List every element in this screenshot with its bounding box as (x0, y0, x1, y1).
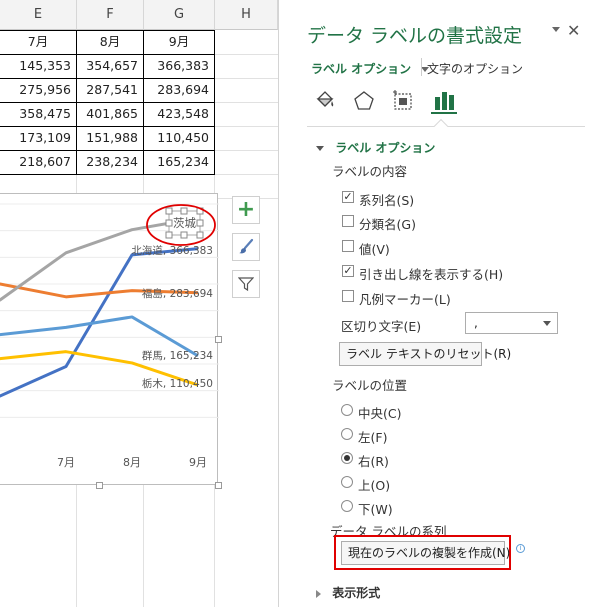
header-cell-august[interactable]: 8月 (77, 30, 143, 54)
data-label: 栃木, 110,450 (142, 377, 213, 390)
tab-label-options[interactable]: ラベル オプション (311, 60, 430, 77)
label-handle (180, 207, 188, 215)
table-cell[interactable]: 165,234 (144, 150, 214, 174)
value-checkbox[interactable] (342, 240, 354, 252)
info-icon[interactable]: i (516, 544, 525, 553)
below-radio[interactable] (341, 500, 353, 512)
table-cell[interactable]: 145,353 (0, 54, 76, 78)
spreadsheet-area: E F G H 7月 8月 9月 145,353 354,657 366,383… (0, 0, 278, 607)
section-number-format[interactable]: 表示形式 (316, 584, 380, 601)
legend-key-checkbox[interactable] (342, 290, 354, 302)
separator-label: 区切り文字(E) (341, 319, 422, 334)
column-header-g[interactable]: G (144, 0, 215, 30)
label-handle (196, 219, 204, 227)
resize-handle[interactable] (215, 482, 222, 489)
pane-title: データ ラベルの書式設定 (307, 25, 523, 47)
header-cell-september[interactable]: 9月 (144, 30, 214, 54)
x-tick-label: 8月 (123, 456, 141, 469)
clone-label-button[interactable]: 現在のラベルの複製を作成(N) (341, 541, 510, 565)
bar-chart-icon[interactable] (431, 88, 457, 114)
left-label: 左(F) (358, 430, 388, 445)
center-radio[interactable] (341, 404, 353, 416)
below-label: 下(W) (358, 502, 393, 517)
tab-label: ラベル オプション (311, 62, 412, 76)
tab-text-options[interactable]: 文字のオプション (427, 60, 523, 77)
table-cell[interactable]: 366,383 (144, 54, 214, 78)
label-handle (165, 231, 173, 239)
table-cell[interactable]: 275,956 (0, 78, 76, 102)
series-name-checkbox[interactable]: ✓ (342, 191, 354, 203)
expand-triangle-icon (316, 589, 321, 598)
table-cell[interactable]: 283,694 (144, 78, 214, 102)
brush-icon (239, 238, 254, 254)
plus-icon: + (236, 197, 256, 222)
legend-key-label: 凡例マーカー(L) (359, 292, 451, 307)
leader-lines-checkbox[interactable]: ✓ (342, 265, 354, 277)
section-label-options[interactable]: ラベル オプション (316, 139, 435, 156)
right-label: 右(R) (358, 454, 389, 469)
category-name-label: 分類名(G) (359, 217, 416, 232)
filter-icon (238, 277, 254, 292)
value-label: 値(V) (359, 242, 390, 257)
left-radio[interactable] (341, 428, 353, 440)
fill-bucket-icon[interactable] (312, 88, 338, 114)
label-handle (165, 219, 173, 227)
label-handle (165, 207, 173, 215)
table-cell[interactable]: 110,450 (144, 126, 214, 150)
chevron-down-icon (543, 321, 551, 326)
table-cell[interactable]: 151,988 (77, 126, 143, 150)
table-cell[interactable]: 287,541 (77, 78, 143, 102)
table-cell[interactable]: 354,657 (77, 54, 143, 78)
chart-plot: 7月 8月 9月 北海道, 366,383 福島, 283,694 茨城栃木, 110,4… (0, 203, 219, 469)
column-header-f[interactable]: F (77, 0, 144, 30)
series-name-label: 系列名(S) (359, 193, 415, 208)
table-cell[interactable]: 423,548 (144, 102, 214, 126)
separator-value: , (474, 316, 478, 330)
resize-handle[interactable] (215, 336, 222, 343)
table-cell[interactable]: 358,475 (0, 102, 76, 126)
section-title: ラベル オプション (335, 141, 436, 155)
pane-divider[interactable] (278, 0, 294, 607)
resize-handle[interactable] (96, 482, 103, 489)
data-label: 福島, 283,694 (142, 287, 213, 300)
table-cell[interactable]: 173,109 (0, 126, 76, 150)
header-cell-july[interactable]: 7月 (0, 30, 76, 54)
format-data-labels-pane: データ ラベルの書式設定 ✕ ラベル オプション 文字のオプション ラベル オプ… (294, 0, 593, 607)
chart-styles-button[interactable] (232, 233, 260, 261)
column-header-h[interactable]: H (215, 0, 278, 30)
data-label: 北海道, 366,383 (131, 244, 213, 257)
label-handle (196, 231, 204, 239)
separator-select[interactable]: , (465, 312, 558, 334)
label-handle (180, 231, 188, 239)
column-header-e[interactable]: E (0, 0, 77, 30)
line-chart[interactable]: 7月 8月 9月 北海道, 366,383 福島, 283,694 茨城栃木, 110,4… (0, 193, 222, 489)
table-cell[interactable]: 218,607 (0, 150, 76, 174)
x-tick-label: 9月 (189, 456, 207, 469)
x-tick-label: 7月 (57, 456, 75, 469)
collapse-triangle-icon (316, 146, 324, 151)
close-icon[interactable]: ✕ (567, 21, 580, 40)
tab-separator (421, 58, 422, 76)
section-title: 表示形式 (332, 586, 381, 600)
label-contents-heading: ラベルの内容 (332, 164, 408, 179)
table-cell[interactable]: 238,234 (77, 150, 143, 174)
tab-pointer (433, 118, 449, 134)
data-label: 茨城 (173, 216, 196, 230)
data-label: 群馬, 165,234 (142, 349, 213, 362)
above-radio[interactable] (341, 476, 353, 488)
label-position-heading: ラベルの位置 (332, 378, 408, 393)
center-label: 中央(C) (358, 406, 402, 421)
table-cell[interactable]: 401,865 (77, 102, 143, 126)
above-label: 上(O) (358, 478, 391, 493)
pane-options-icon[interactable] (552, 27, 560, 32)
reset-label-text-button[interactable]: ラベル テキストのリセット(R) (339, 342, 511, 366)
category-name-checkbox[interactable] (342, 215, 354, 227)
right-radio[interactable] (341, 452, 353, 464)
size-properties-icon[interactable] (390, 88, 416, 114)
pentagon-icon[interactable] (351, 88, 377, 114)
chart-filters-button[interactable] (232, 270, 260, 298)
leader-lines-label: 引き出し線を表示する(H) (359, 267, 504, 282)
chart-elements-button[interactable]: + (232, 196, 260, 224)
